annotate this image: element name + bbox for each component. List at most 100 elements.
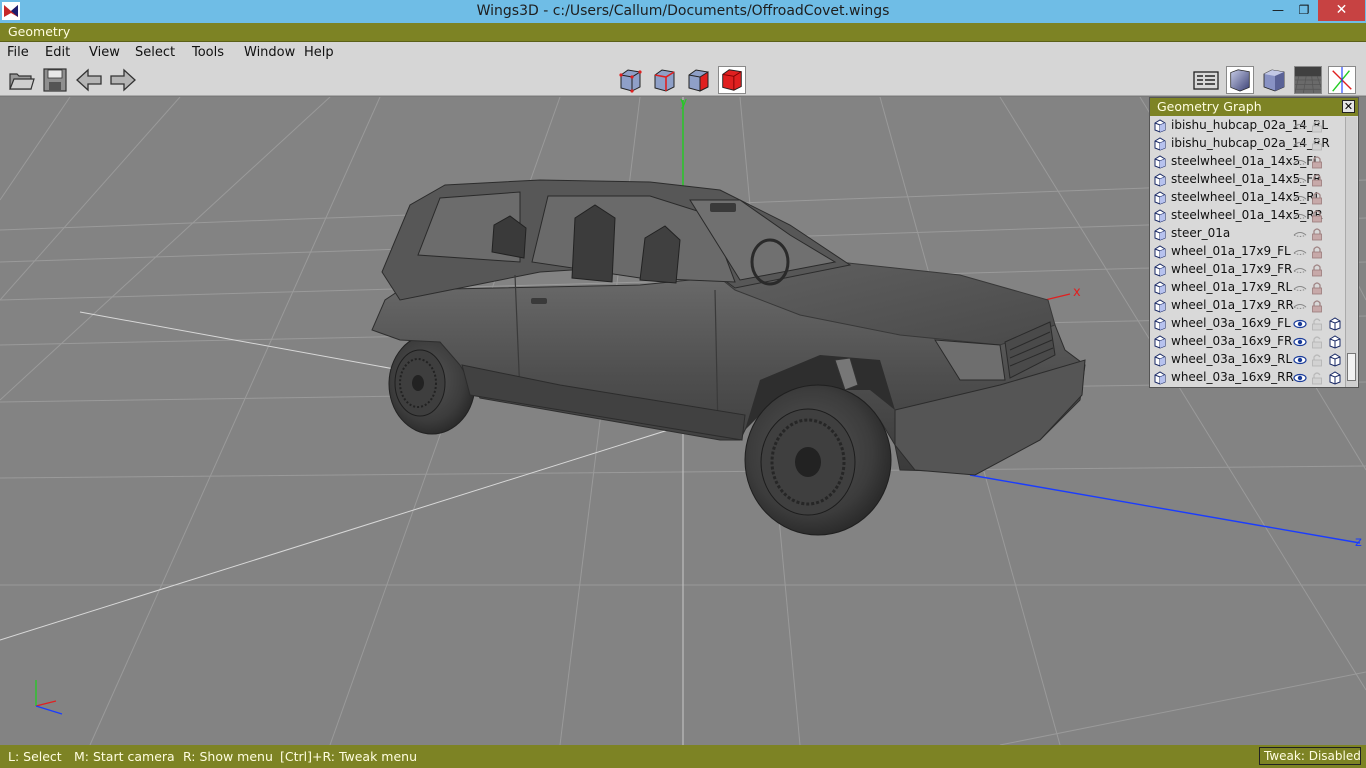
geometry-graph-panel[interactable]: Geometry Graph ✕ ibishu_hubcap_02a_14_RL…: [1149, 97, 1359, 388]
locked-icon[interactable]: [1311, 299, 1323, 313]
flat-shading-icon[interactable]: [1260, 66, 1288, 94]
geometry-window-bar: Geometry: [0, 23, 1366, 42]
hidden-eye-icon[interactable]: [1293, 120, 1307, 132]
geometry-graph-header[interactable]: Geometry Graph ✕: [1150, 98, 1358, 116]
menu-bar: File Edit View Select Tools Window Help: [0, 42, 1366, 63]
close-button[interactable]: ✕: [1318, 0, 1365, 21]
object-row[interactable]: ibishu_hubcap_02a_14_RL: [1150, 117, 1344, 135]
unlocked-icon[interactable]: [1311, 137, 1323, 151]
body-mode-icon[interactable]: [718, 66, 746, 94]
open-folder-icon[interactable]: [7, 66, 35, 94]
object-name[interactable]: wheel_03a_16x9_FR: [1171, 334, 1292, 348]
menu-view[interactable]: View: [89, 45, 120, 60]
unlocked-icon[interactable]: [1311, 371, 1323, 385]
hidden-eye-icon[interactable]: [1293, 138, 1307, 150]
object-row[interactable]: wheel_03a_16x9_FR: [1150, 333, 1344, 351]
hidden-eye-icon[interactable]: [1293, 192, 1307, 204]
hidden-eye-icon[interactable]: [1293, 156, 1307, 168]
menu-select[interactable]: Select: [135, 45, 175, 60]
object-row[interactable]: steelwheel_01a_14x5_FL: [1150, 153, 1344, 171]
object-list-scrollbar[interactable]: [1345, 117, 1357, 387]
geometry-graph-close-button[interactable]: ✕: [1342, 100, 1355, 113]
locked-icon[interactable]: [1311, 209, 1323, 223]
visible-eye-icon[interactable]: [1293, 372, 1307, 384]
locked-icon[interactable]: [1311, 245, 1323, 259]
wireframe-cube-icon[interactable]: [1328, 371, 1342, 385]
minimize-button[interactable]: —: [1264, 0, 1292, 21]
object-row[interactable]: wheel_01a_17x9_FL: [1150, 243, 1344, 261]
visible-eye-icon[interactable]: [1293, 318, 1307, 330]
wireframe-cube-icon[interactable]: [1328, 335, 1342, 349]
locked-icon[interactable]: [1311, 173, 1323, 187]
hidden-eye-icon[interactable]: [1293, 282, 1307, 294]
unlocked-icon[interactable]: [1311, 335, 1323, 349]
orthographic-icon[interactable]: [1192, 66, 1220, 94]
x-axis-label: x: [1073, 285, 1081, 300]
object-row[interactable]: steelwheel_01a_14x5_RL: [1150, 189, 1344, 207]
car-model[interactable]: [371, 179, 1086, 536]
smooth-shading-icon[interactable]: [1226, 66, 1254, 94]
object-cube-icon: [1154, 263, 1166, 277]
object-name[interactable]: wheel_01a_17x9_FR: [1171, 262, 1292, 276]
object-row[interactable]: steelwheel_01a_14x5_RR: [1150, 207, 1344, 225]
object-row[interactable]: wheel_01a_17x9_RR: [1150, 297, 1344, 315]
object-name[interactable]: wheel_03a_16x9_RR: [1171, 370, 1294, 384]
locked-icon[interactable]: [1311, 227, 1323, 241]
hidden-eye-icon[interactable]: [1293, 210, 1307, 222]
menu-tools[interactable]: Tools: [192, 45, 224, 60]
axes-icon[interactable]: [1328, 66, 1356, 94]
undo-arrow-icon[interactable]: [75, 66, 103, 94]
unlocked-icon[interactable]: [1311, 317, 1323, 331]
hidden-eye-icon[interactable]: [1293, 174, 1307, 186]
menu-window[interactable]: Window: [244, 45, 295, 60]
object-row[interactable]: wheel_03a_16x9_RR: [1150, 369, 1344, 387]
object-name[interactable]: wheel_03a_16x9_FL: [1171, 316, 1291, 330]
object-row[interactable]: wheel_03a_16x9_FL: [1150, 315, 1344, 333]
object-cube-icon: [1154, 209, 1166, 223]
visible-eye-icon[interactable]: [1293, 354, 1307, 366]
vertex-mode-icon[interactable]: [616, 66, 644, 94]
title-bar[interactable]: Wings3D - c:/Users/Callum/Documents/Offr…: [0, 0, 1366, 23]
object-row[interactable]: steer_01a: [1150, 225, 1344, 243]
redo-arrow-icon[interactable]: [109, 66, 137, 94]
object-name[interactable]: wheel_03a_16x9_RL: [1171, 352, 1292, 366]
locked-icon[interactable]: [1311, 281, 1323, 295]
locked-icon[interactable]: [1311, 263, 1323, 277]
object-name[interactable]: wheel_01a_17x9_RL: [1171, 280, 1292, 294]
toolbar: [0, 63, 1366, 96]
unlocked-icon[interactable]: [1311, 119, 1323, 133]
hidden-eye-icon[interactable]: [1293, 300, 1307, 312]
hidden-eye-icon[interactable]: [1293, 228, 1307, 240]
scrollbar-thumb[interactable]: [1347, 353, 1356, 381]
hidden-eye-icon[interactable]: [1293, 264, 1307, 276]
object-name[interactable]: steer_01a: [1171, 226, 1230, 240]
unlocked-icon[interactable]: [1311, 353, 1323, 367]
locked-icon[interactable]: [1311, 191, 1323, 205]
hidden-eye-icon[interactable]: [1293, 246, 1307, 258]
object-row[interactable]: steelwheel_01a_14x5_FR: [1150, 171, 1344, 189]
menu-edit[interactable]: Edit: [45, 45, 70, 60]
object-row[interactable]: wheel_01a_17x9_RL: [1150, 279, 1344, 297]
maximize-button[interactable]: ❐: [1291, 0, 1317, 21]
ground-plane-icon[interactable]: [1294, 66, 1322, 94]
geometry-graph-title: Geometry Graph: [1157, 99, 1262, 114]
object-row[interactable]: wheel_01a_17x9_FR: [1150, 261, 1344, 279]
object-row[interactable]: ibishu_hubcap_02a_14_RR: [1150, 135, 1344, 153]
edge-mode-icon[interactable]: [650, 66, 678, 94]
locked-icon[interactable]: [1311, 155, 1323, 169]
tweak-status-indicator[interactable]: Tweak: Disabled: [1259, 747, 1361, 765]
wireframe-cube-icon[interactable]: [1328, 317, 1342, 331]
menu-help[interactable]: Help: [304, 45, 334, 60]
object-name[interactable]: wheel_01a_17x9_RR: [1171, 298, 1294, 312]
object-name[interactable]: wheel_01a_17x9_FL: [1171, 244, 1291, 258]
object-row[interactable]: wheel_03a_16x9_RL: [1150, 351, 1344, 369]
ground-grid-axis: [0, 419, 701, 641]
save-icon[interactable]: [41, 66, 69, 94]
object-cube-icon: [1154, 119, 1166, 133]
face-mode-icon[interactable]: [684, 66, 712, 94]
wireframe-cube-icon[interactable]: [1328, 353, 1342, 367]
menu-file[interactable]: File: [7, 45, 29, 60]
visible-eye-icon[interactable]: [1293, 336, 1307, 348]
object-cube-icon: [1154, 371, 1166, 385]
wings3d-window: Wings3D - c:/Users/Callum/Documents/Offr…: [0, 0, 1366, 768]
